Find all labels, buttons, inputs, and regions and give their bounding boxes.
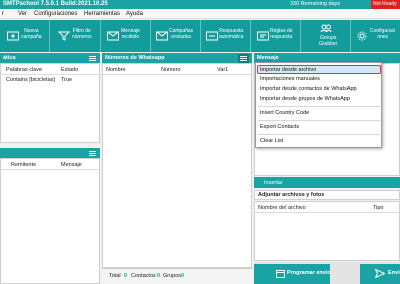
menu-settings[interactable]: Configuraciones: [34, 11, 77, 17]
numbers-table-header: Nombre Número Var1: [103, 66, 251, 75]
menu-item-export-contacts[interactable]: Export Contacts: [260, 123, 299, 131]
received-messages-button[interactable]: Mensaje recibido: [101, 20, 151, 52]
title-bar: SMTPschool 7.5.0.1 Build:2021.10.25 336 …: [0, 0, 400, 9]
attachments-table-header: Nombre del archivo Tipo: [255, 204, 399, 213]
new-campaign-label: Nueva campaña: [21, 28, 42, 40]
groups-label: Grupos: [163, 273, 182, 279]
total-label: Total: [109, 273, 121, 279]
auto-reply-panel-header: ática: [0, 53, 100, 63]
menu-item-manual-import[interactable]: Importaciones manuales: [260, 75, 320, 83]
column-number: Número: [161, 67, 181, 73]
received-panel-header: [0, 148, 100, 158]
menu-item-country-code[interactable]: Insert Country Code: [260, 109, 309, 117]
number-filter-button[interactable]: Filtro de números: [50, 20, 101, 52]
message-panel-title: Mensaje: [257, 55, 279, 61]
contacts-count: 0: [124, 273, 128, 279]
reply-rules-icon: [257, 31, 269, 41]
extra-count: 0: [181, 273, 185, 279]
menu-separator: [258, 106, 380, 107]
column-state: Estado: [61, 67, 79, 73]
menu-bar: r Ver Configuraciones Herramientas Ayuda: [0, 9, 400, 19]
column-type: Tipo: [373, 205, 384, 211]
schedule-send-button[interactable]: Programar envío: [254, 264, 331, 284]
keywords-table: Palabras clave Estado Contains [biciclet…: [0, 63, 100, 143]
settings-button[interactable]: Configuraci ones: [351, 20, 400, 52]
menu-help[interactable]: Ayuda: [126, 11, 143, 17]
toolbar: Nueva campaña Filtro de números Mensaje …: [0, 20, 400, 52]
remaining-days: 336 Remaining days: [290, 1, 341, 7]
message-received-icon: [107, 31, 119, 41]
column-file-name: Nombre del archivo: [258, 205, 306, 211]
attachments-title: Adjuntar archivos y fotos: [258, 192, 325, 198]
status-badge: Not Ready: [371, 0, 400, 9]
received-messages-label: Mensaje recibido: [121, 28, 140, 40]
app-window: SMTPschool 7.5.0.1 Build:2021.10.25 336 …: [0, 0, 400, 284]
numbers-panel-title: Números de Whatsapp: [105, 55, 165, 61]
groups-grabber-button[interactable]: Groups Grabber: [301, 20, 351, 52]
schedule-send-label: Programar envío: [287, 270, 331, 276]
menu-file[interactable]: r: [2, 11, 4, 17]
reply-rules-button[interactable]: Reglas de respuesta: [251, 20, 301, 52]
column-message: Mensaje: [61, 162, 82, 168]
number-filter-label: Filtro de números: [72, 28, 92, 40]
menu-icon[interactable]: [87, 149, 98, 158]
column-var1: Var1: [217, 67, 229, 73]
menu-tools[interactable]: Herramientas: [84, 11, 120, 17]
menu-separator: [258, 120, 380, 121]
app-title: SMTPschool 7.5.0.1 Build:2021.10.25: [3, 1, 108, 7]
menu-separator: [258, 134, 380, 135]
sent-campaigns-icon: [156, 31, 168, 41]
keywords-table-header: Palabras clave Estado: [1, 66, 99, 75]
insert-button[interactable]: Insertar: [264, 179, 283, 187]
calendar-icon: [276, 270, 285, 278]
menu-item-clear-list[interactable]: Clear List: [260, 137, 283, 145]
filter-icon: [58, 31, 70, 41]
insert-bar: Insertar: [254, 177, 400, 188]
auto-reply-icon: [206, 31, 218, 41]
auto-reply-button[interactable]: Respuesta automática: [201, 20, 251, 52]
attachments-header: Adjuntar archivos y fotos: [254, 190, 400, 200]
numbers-menu-icon[interactable]: [238, 53, 249, 63]
sent-campaigns-label: Campañas enviadas: [169, 28, 194, 40]
column-name: Nombre: [106, 67, 126, 73]
reply-rules-label: Reglas de respuesta: [270, 28, 293, 40]
contacts-label: Contactos: [131, 273, 156, 279]
auto-reply-label: Respuesta automática: [219, 28, 244, 40]
sent-campaigns-button[interactable]: Campañas enviadas: [151, 20, 201, 52]
new-campaign-button[interactable]: Nueva campaña: [0, 20, 50, 52]
menu-item-import-file[interactable]: Importar desde archivo: [260, 66, 316, 74]
auto-reply-panel-title: ática: [3, 55, 16, 61]
state-cell: True: [61, 77, 73, 83]
import-context-menu: Importar desde archivo Importaciones man…: [255, 62, 382, 148]
groups-grabber-icon: [320, 24, 332, 33]
numbers-panel-header: Números de Whatsapp: [102, 53, 252, 63]
send-label: Enviar: [388, 270, 400, 276]
menu-item-import-groups[interactable]: Importar desde grupos de WhatsApp: [260, 95, 350, 103]
column-keywords: Palabras clave: [6, 67, 43, 73]
attachments-table: Nombre del archivo Tipo: [254, 201, 400, 261]
received-table-header: Remitente Mensaje: [1, 161, 99, 170]
table-row[interactable]: Contains [bicicletas] True: [1, 76, 99, 85]
settings-label: Configuraci ones: [370, 28, 396, 40]
received-messages-table: Remitente Mensaje: [0, 158, 100, 284]
send-icon: [375, 269, 385, 278]
numbers-footer: Total 0 Contactos 0 Grupos 0: [102, 268, 252, 284]
menu-icon[interactable]: [87, 54, 98, 63]
settings-icon: [357, 31, 367, 41]
send-button[interactable]: Enviar: [360, 264, 400, 284]
new-campaign-icon: [7, 31, 19, 41]
groups-grabber-label: Groups Grabber: [319, 35, 338, 47]
numbers-table: Nombre Número Var1: [102, 63, 252, 268]
column-sender: Remitente: [11, 162, 37, 168]
keyword-cell: Contains [bicicletas]: [6, 77, 55, 83]
menu-view[interactable]: Ver: [18, 11, 27, 17]
menu-item-import-contacts[interactable]: Importar desde contactos de WhatsApp: [260, 85, 357, 93]
groups-count: 0: [157, 273, 161, 279]
